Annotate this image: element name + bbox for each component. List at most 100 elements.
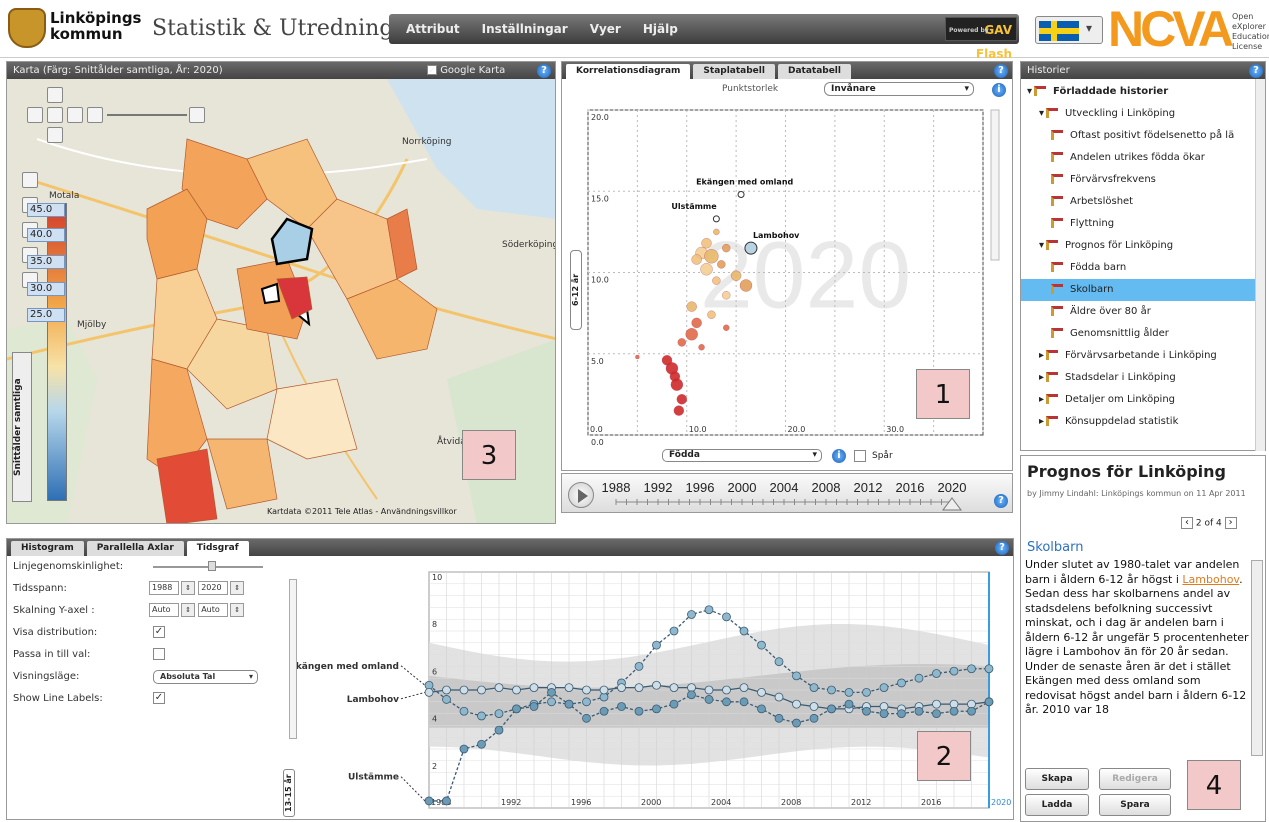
expand-arrow-icon[interactable]: ▸ — [1039, 394, 1044, 405]
help-icon[interactable]: ? — [1249, 64, 1263, 78]
spin-icon[interactable]: ⇕ — [181, 581, 195, 595]
prev-page-button[interactable]: ‹ — [1181, 517, 1193, 529]
history-item[interactable]: Skolbarn — [1021, 279, 1265, 301]
expand-arrow-icon[interactable]: ▸ — [1039, 372, 1044, 383]
series-point — [984, 664, 994, 674]
pan-right-button[interactable] — [67, 107, 83, 123]
scatter-point — [635, 354, 640, 360]
color-legend-bar[interactable] — [47, 203, 67, 501]
history-item[interactable]: ▸ Detaljer om Linköping — [1021, 389, 1265, 411]
legend-title[interactable]: Snittålder samtliga — [12, 352, 32, 502]
next-page-button[interactable]: › — [1224, 517, 1237, 529]
menu-vyer[interactable]: Vyer — [579, 18, 632, 40]
timespan-from-input[interactable]: 1988 — [149, 581, 179, 595]
history-item[interactable]: Arbetslöshet — [1021, 191, 1265, 213]
pan-left-button[interactable] — [27, 107, 43, 123]
map-panel: Karta (Färg: Snittålder samtliga, År: 20… — [6, 61, 556, 524]
history-item[interactable]: Äldre över 80 år — [1021, 301, 1265, 323]
yscale-min-input[interactable]: Auto — [149, 603, 179, 617]
series-point — [634, 706, 644, 716]
map-credit: Kartdata ©2011 Tele Atlas - Användningsv… — [267, 507, 457, 516]
spara-button[interactable]: Spara — [1099, 794, 1171, 816]
story-scrollbar[interactable] — [1251, 560, 1263, 756]
menu-installningar[interactable]: Inställningar — [471, 18, 579, 40]
redigera-button[interactable]: Redigera — [1099, 768, 1171, 790]
history-item[interactable]: Andelen utrikes födda ökar — [1021, 147, 1265, 169]
tab-tidsgraf[interactable]: Tidsgraf — [186, 541, 249, 556]
history-scrollbar[interactable] — [1255, 79, 1265, 451]
tg-y-axis-select[interactable]: 13-15 år — [283, 769, 295, 817]
move-tool-icon[interactable] — [22, 172, 38, 188]
history-item[interactable]: Oftast positivt födelsenetto på lä — [1021, 125, 1265, 147]
display-mode-select[interactable]: Absoluta Tal ▾ — [153, 670, 258, 684]
distribution-row: Visa distribution: ✓ — [13, 622, 283, 644]
spin-icon[interactable]: ⇕ — [230, 581, 245, 595]
series-point — [459, 744, 469, 754]
google-map-checkbox[interactable]: ✓ — [427, 65, 437, 75]
tab-datatabell[interactable]: Datatabell — [777, 64, 851, 79]
yscale-max-input[interactable]: Auto — [198, 603, 229, 617]
tab-histogram[interactable]: Histogram — [11, 541, 84, 556]
point-size-select[interactable]: Invånare ▾ — [824, 82, 974, 96]
transparency-handle[interactable] — [208, 561, 216, 571]
skapa-button[interactable]: Skapa — [1025, 768, 1089, 790]
expand-arrow-icon[interactable]: ▾ — [1039, 240, 1044, 251]
zoom-out-button[interactable] — [87, 107, 103, 123]
y-axis-select[interactable]: 6-12 år — [570, 250, 582, 330]
ladda-button[interactable]: Ladda — [1025, 794, 1089, 816]
timespan-to-input[interactable]: 2020 — [198, 581, 229, 595]
help-icon[interactable]: ? — [995, 541, 1009, 555]
x-tick-label: 2000 — [641, 798, 661, 807]
history-item[interactable]: Förvärvsfrekvens — [1021, 169, 1265, 191]
history-item[interactable]: ▸ Könsuppdelad statistik — [1021, 411, 1265, 433]
expand-arrow-icon[interactable]: ▸ — [1039, 350, 1044, 361]
pan-center-button[interactable] — [47, 107, 63, 123]
callout-2: 2 — [917, 731, 971, 781]
series-point — [949, 666, 959, 676]
history-item[interactable]: ▸ Stadsdelar i Linköping — [1021, 367, 1265, 389]
line-labels-checkbox[interactable]: ✓ — [153, 692, 165, 704]
history-item[interactable]: ▾ Utveckling i Linköping — [1021, 103, 1265, 125]
spin-icon[interactable]: ⇕ — [181, 603, 195, 617]
history-item[interactable]: ▾ Förladdade historier — [1021, 81, 1265, 103]
play-button[interactable] — [568, 482, 594, 508]
history-item[interactable]: Flyttning — [1021, 213, 1265, 235]
history-item[interactable]: ▸ Förvärvsarbetande i Linköping — [1021, 345, 1265, 367]
menu-hjalp[interactable]: Hjälp — [632, 18, 689, 40]
history-item[interactable]: ▾ Prognos för Linköping — [1021, 235, 1265, 257]
expand-arrow-icon[interactable]: ▾ — [1039, 108, 1044, 119]
timegraph-chart[interactable]: 1086421988 1992 1996 2000 2004 2008 2012 2016 20… — [297, 556, 1012, 818]
help-icon[interactable]: ? — [994, 494, 1008, 508]
tab-parallella-axlar[interactable]: Parallella Axlar — [86, 541, 184, 556]
zoom-slider[interactable] — [107, 114, 187, 116]
expand-arrow-icon[interactable]: ▸ — [1039, 416, 1044, 427]
help-icon[interactable]: ? — [537, 64, 551, 78]
year-label: 2004 — [770, 480, 799, 495]
tab-stapeltabell[interactable]: Staplatabell — [693, 64, 775, 79]
expand-arrow-icon[interactable]: ▾ — [1027, 86, 1032, 97]
history-item[interactable]: Genomsnittlig ålder — [1021, 323, 1265, 345]
zoom-in-button[interactable] — [189, 107, 205, 123]
language-select[interactable]: ▾ — [1035, 16, 1103, 44]
pan-up-button[interactable] — [47, 87, 63, 103]
history-item[interactable]: Födda barn — [1021, 257, 1265, 279]
trail-checkbox[interactable] — [854, 450, 866, 462]
info-icon[interactable]: i — [832, 449, 846, 463]
spin-icon[interactable]: ⇕ — [230, 603, 245, 617]
x-axis-select[interactable]: Födda ▾ — [662, 449, 822, 462]
pan-down-button[interactable] — [47, 127, 63, 143]
help-icon[interactable]: ? — [994, 64, 1008, 78]
collapse-handle[interactable] — [289, 579, 297, 739]
tab-korrelationsdiagram[interactable]: Korrelationsdiagram — [566, 64, 691, 79]
menu-attribut[interactable]: Attribut — [395, 18, 471, 40]
pager-text: 2 of 4 — [1195, 518, 1222, 529]
info-icon[interactable]: i — [992, 83, 1006, 97]
google-map-toggle[interactable]: ✓ Google Karta — [427, 62, 505, 79]
year-slider[interactable]: 1988 1992 1996 2000 2004 2008 2012 2016 2020 — [602, 474, 992, 514]
distribution-checkbox[interactable]: ✓ — [153, 626, 165, 638]
series-point — [494, 683, 504, 693]
lambohov-link[interactable]: Lambohov — [1182, 573, 1239, 586]
fit-checkbox[interactable] — [153, 648, 165, 660]
point-size-label: Punktstorlek — [722, 84, 779, 94]
y-tick-label: 10.0 — [591, 276, 609, 285]
